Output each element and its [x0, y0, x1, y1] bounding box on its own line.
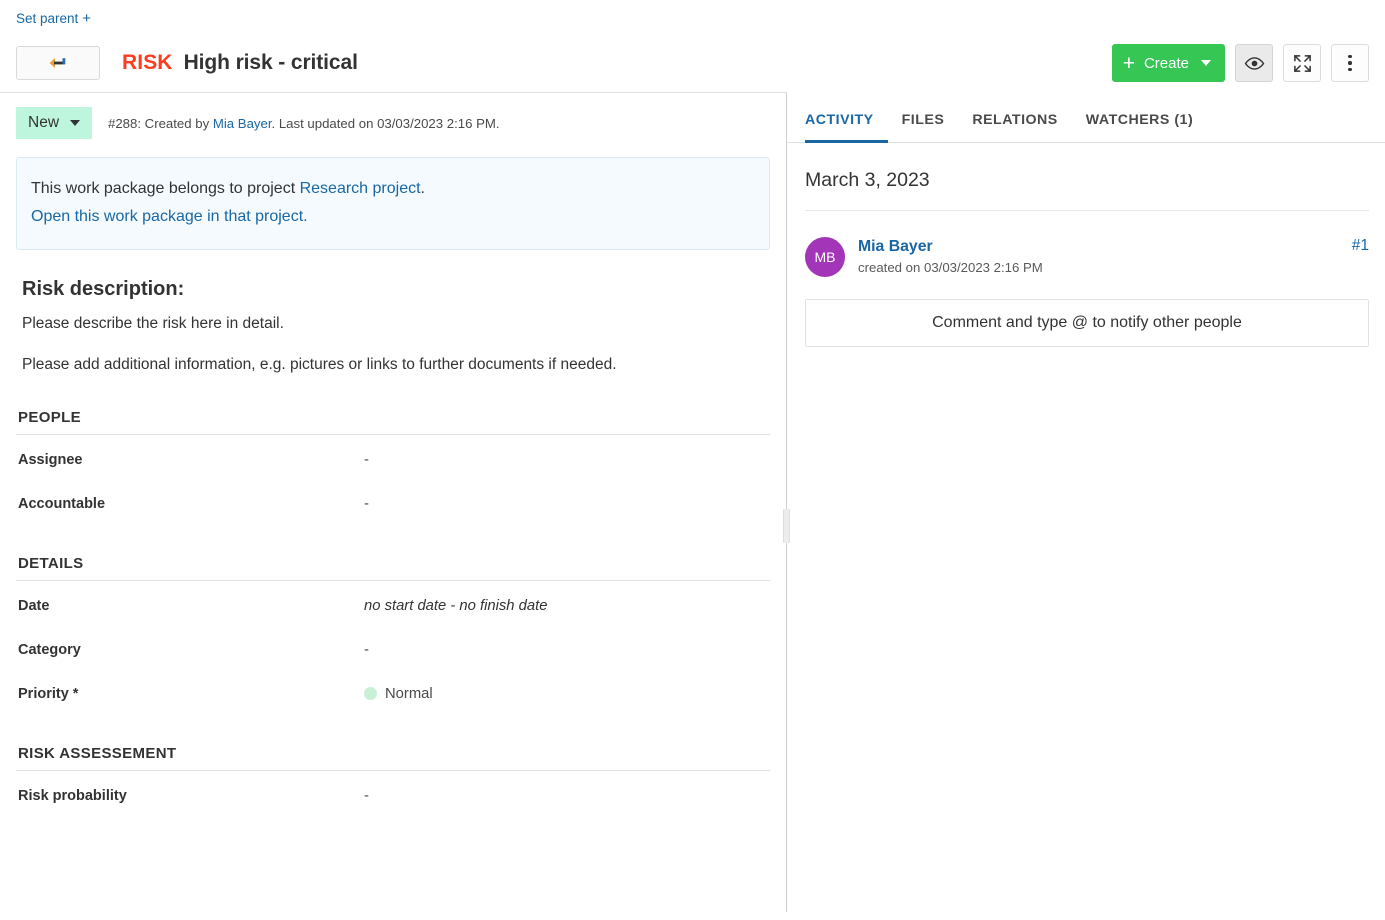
attributes-pane: New #288: Created by Mia Bayer. Last upd…	[0, 92, 786, 912]
attribute-value-accountable[interactable]: -	[364, 496, 369, 512]
project-info-banner: This work package belongs to project Res…	[16, 157, 770, 250]
back-arrow-icon	[47, 56, 69, 70]
chevron-down-icon	[70, 120, 80, 126]
set-parent-label: Set parent	[16, 11, 78, 26]
activity-list: March 3, 2023 MB Mia Bayer created on 03…	[787, 143, 1385, 347]
attribute-label: Date	[16, 598, 364, 614]
description-heading: Risk description:	[22, 278, 770, 301]
banner-line1-suffix: .	[421, 180, 425, 197]
description-paragraph-2: Please add additional information, e.g. …	[22, 353, 770, 376]
banner-line1-prefix: This work package belongs to project	[31, 180, 300, 197]
attribute-row-risk-probability: Risk probability -	[16, 771, 770, 815]
priority-value-text: Normal	[385, 686, 433, 702]
attribute-row-category: Category -	[16, 625, 770, 669]
attribute-label: Risk probability	[16, 788, 364, 804]
group-title-details: DETAILS	[16, 523, 770, 581]
banner-open-in-project-link[interactable]: Open this work package in that project.	[31, 203, 755, 231]
priority-dot-icon	[364, 687, 377, 700]
work-package-subject: High risk - critical	[184, 51, 358, 75]
vertical-dots-icon	[1348, 55, 1352, 72]
attribute-group-risk-assessment: RISK ASSESSEMENT Risk probability -	[0, 713, 786, 815]
header-actions: + Create	[1112, 44, 1369, 82]
chevron-down-icon	[1201, 60, 1211, 66]
work-package-header: RISK High risk - critical + Create	[0, 30, 1385, 92]
attribute-label: Priority *	[16, 686, 364, 702]
attribute-row-assignee: Assignee -	[16, 435, 770, 479]
tab-activity[interactable]: ACTIVITY	[805, 106, 888, 143]
attribute-value-assignee[interactable]: -	[364, 452, 369, 468]
attribute-group-details: DETAILS Date no start date - no finish d…	[0, 523, 786, 713]
attribute-value-priority[interactable]: Normal	[364, 686, 433, 702]
work-package-type: RISK	[122, 51, 173, 75]
attribute-label: Accountable	[16, 496, 364, 512]
create-button[interactable]: + Create	[1112, 44, 1225, 82]
tab-bar: ACTIVITY FILES RELATIONS WATCHERS (1)	[787, 92, 1385, 143]
eye-icon	[1244, 56, 1265, 71]
attribute-label: Category	[16, 642, 364, 658]
work-package-detail-view: Set parent + RISK High risk - critical +…	[0, 0, 1385, 920]
plus-icon: +	[1123, 53, 1135, 74]
description-paragraph-1: Please describe the risk here in detail.	[22, 312, 770, 335]
activity-pane: ACTIVITY FILES RELATIONS WATCHERS (1) Ma…	[787, 92, 1385, 912]
activity-user-link[interactable]: Mia Bayer	[858, 237, 1043, 257]
status-row: New #288: Created by Mia Bayer. Last upd…	[0, 93, 786, 149]
meta-author-link[interactable]: Mia Bayer	[213, 116, 272, 131]
description-section[interactable]: Risk description: Please describe the ri…	[0, 250, 786, 377]
avatar[interactable]: MB	[805, 237, 845, 277]
meta-prefix: #288: Created by	[108, 116, 213, 131]
tab-relations[interactable]: RELATIONS	[958, 106, 1071, 143]
fullscreen-button[interactable]	[1283, 44, 1321, 82]
split-container: New #288: Created by Mia Bayer. Last upd…	[0, 92, 1385, 912]
required-asterisk: *	[69, 686, 79, 702]
activity-number-link[interactable]: #1	[1352, 237, 1369, 255]
set-parent-link[interactable]: Set parent +	[16, 11, 91, 26]
more-menu-button[interactable]	[1331, 44, 1369, 82]
watch-button[interactable]	[1235, 44, 1273, 82]
back-button[interactable]	[16, 46, 100, 80]
attribute-row-priority: Priority * Normal	[16, 669, 770, 713]
status-badge[interactable]: New	[16, 107, 92, 139]
attribute-row-accountable: Accountable -	[16, 479, 770, 523]
page-title: RISK High risk - critical	[122, 51, 358, 75]
attribute-value-category[interactable]: -	[364, 642, 369, 658]
create-button-label: Create	[1144, 55, 1189, 72]
comment-input[interactable]: Comment and type @ to notify other peopl…	[805, 299, 1369, 347]
resize-handle[interactable]	[783, 509, 790, 543]
attribute-group-people: PEOPLE Assignee - Accountable -	[0, 377, 786, 523]
banner-project-link[interactable]: Research project	[300, 180, 421, 197]
meta-suffix: . Last updated on 03/03/2023 2:16 PM.	[272, 116, 500, 131]
group-title-risk-assessment: RISK ASSESSEMENT	[16, 713, 770, 771]
attribute-row-date: Date no start date - no finish date	[16, 581, 770, 625]
activity-entry: MB Mia Bayer created on 03/03/2023 2:16 …	[805, 211, 1369, 277]
activity-entry-text: Mia Bayer created on 03/03/2023 2:16 PM	[858, 237, 1043, 275]
attribute-label: Assignee	[16, 452, 364, 468]
status-badge-label: New	[28, 114, 59, 132]
fullscreen-icon	[1293, 54, 1312, 73]
plus-icon: +	[82, 11, 91, 26]
activity-date-heading: March 3, 2023	[805, 143, 1369, 211]
attribute-value-date[interactable]: no start date - no finish date	[364, 598, 547, 614]
attribute-label-text: Priority	[18, 686, 69, 702]
tab-files[interactable]: FILES	[888, 106, 959, 143]
group-title-people: PEOPLE	[16, 377, 770, 435]
set-parent-row: Set parent +	[0, 0, 1385, 30]
attribute-value-risk-probability[interactable]: -	[364, 788, 369, 804]
activity-timestamp: created on 03/03/2023 2:16 PM	[858, 260, 1043, 275]
pane-divider	[786, 92, 787, 912]
work-package-meta: #288: Created by Mia Bayer. Last updated…	[108, 116, 500, 131]
tab-watchers[interactable]: WATCHERS (1)	[1072, 106, 1207, 143]
